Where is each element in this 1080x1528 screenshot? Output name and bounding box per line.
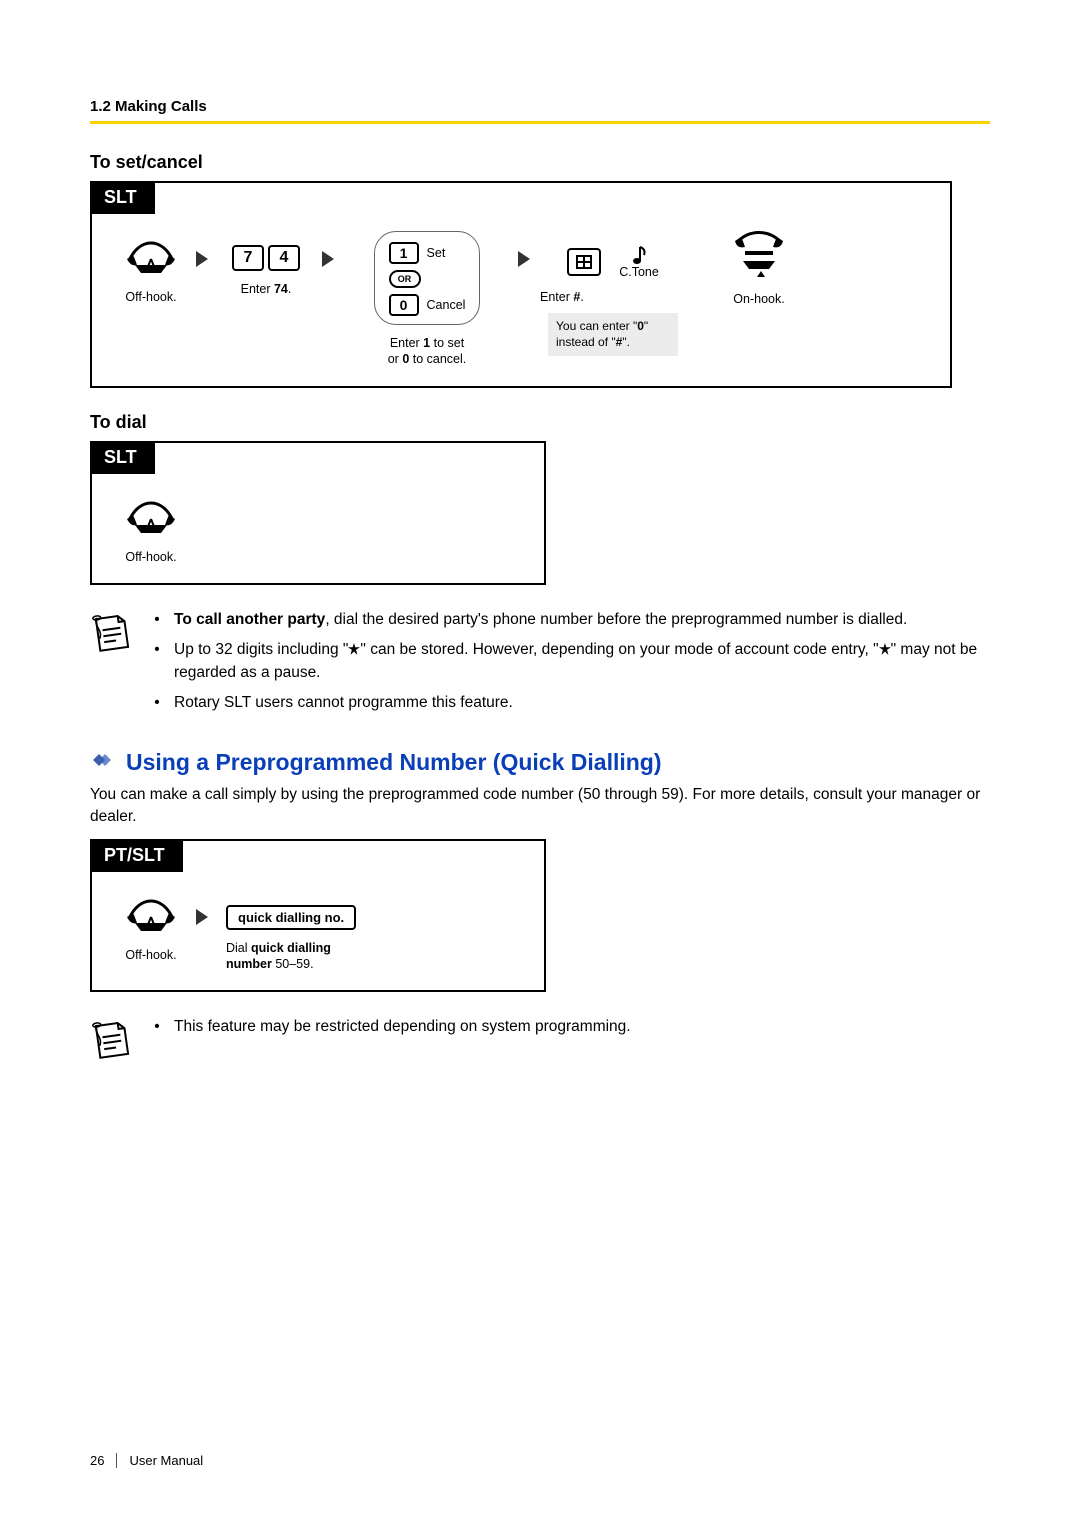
or-pill: OR: [389, 270, 421, 288]
t: You can enter ": [556, 319, 637, 333]
t: Enter: [540, 290, 573, 304]
section2-title: To dial: [90, 412, 990, 433]
t: .: [288, 282, 291, 296]
notes-block-2: • This feature may be restricted dependi…: [90, 1016, 990, 1067]
note1-bullet2: • Up to 32 digits including "" can be st…: [152, 639, 990, 684]
feature-intro: You can make a call simply by using the …: [90, 784, 990, 829]
hash-caption: Enter #.: [540, 289, 584, 305]
ctone-label: C.Tone: [619, 265, 659, 279]
key-7: 7: [232, 245, 264, 271]
t: 74: [274, 282, 288, 296]
diagram-quick-dial: PT/SLT Off-hook. quick dialling no. Dial…: [90, 839, 546, 993]
star-icon: [348, 643, 360, 655]
t: Rotary SLT users cannot programme this f…: [174, 692, 513, 714]
arrow-icon: [196, 251, 210, 267]
onhook-icon: [731, 229, 787, 281]
diamond-icon: [90, 751, 116, 774]
options-caption: Enter 1 to set or 0 to cancel.: [388, 335, 467, 368]
arrow-icon: [322, 251, 336, 267]
hash-key: [567, 248, 601, 276]
cancel-label: Cancel: [427, 298, 466, 312]
quick-dial-no-label: quick dialling no.: [226, 905, 356, 930]
note2-bullet1: • This feature may be restricted dependi…: [152, 1016, 990, 1038]
arrow-icon: [518, 251, 532, 267]
page-footer: 26 User Manual: [90, 1453, 203, 1468]
t: Enter: [241, 282, 274, 296]
t: To call another party: [174, 611, 325, 628]
tip-box: You can enter "0" instead of "#".: [548, 313, 678, 356]
notes-block-1: • To call another party, dial the desire…: [90, 609, 990, 723]
t: , dial the desired party's phone number …: [325, 611, 907, 628]
step-offhook-caption: Off-hook.: [125, 289, 176, 305]
key-1: 1: [389, 242, 419, 264]
enter-74-caption: Enter 74.: [241, 281, 292, 297]
note-icon: [90, 611, 134, 723]
feature-heading: Using a Preprogrammed Number (Quick Dial…: [90, 749, 990, 776]
diagram1-tab: SLT: [92, 183, 155, 214]
arrow-icon: [196, 909, 210, 925]
t: Up to 32 digits including ": [174, 641, 348, 658]
t: quick dialling: [251, 941, 331, 955]
hash-icon: [571, 250, 597, 274]
offhook-icon: [123, 489, 179, 539]
step-offhook-caption: Off-hook.: [125, 947, 176, 963]
section1-title: To set/cancel: [90, 152, 990, 173]
diagram3-tab: PT/SLT: [92, 841, 183, 872]
page-number: 26: [90, 1453, 117, 1468]
doc-title: User Manual: [129, 1453, 203, 1468]
header-rule: [90, 121, 990, 124]
step-offhook-caption: Off-hook.: [125, 549, 176, 565]
set-cancel-group: 1 Set OR 0 Cancel: [374, 231, 481, 325]
t: Dial: [226, 941, 251, 955]
t: or: [388, 352, 403, 366]
key-4: 4: [268, 245, 300, 271]
star-icon: [879, 643, 891, 655]
t: " can be stored. However, depending on y…: [360, 641, 878, 658]
t: ".: [622, 335, 630, 349]
t: .: [580, 290, 583, 304]
diagram-set-cancel: SLT Off-hook. 7 4 Enter 74.: [90, 181, 952, 388]
t: 0: [637, 319, 644, 333]
breadcrumb: 1.2 Making Calls: [90, 98, 990, 115]
t: number: [226, 957, 272, 971]
t: Enter: [390, 336, 423, 350]
t: to set: [430, 336, 464, 350]
note-icon: [90, 1018, 134, 1067]
note1-bullet1: • To call another party, dial the desire…: [152, 609, 990, 631]
diagram2-tab: SLT: [92, 443, 155, 474]
set-label: Set: [427, 246, 446, 260]
note1-bullet3: • Rotary SLT users cannot programme this…: [152, 692, 990, 714]
t: 50–59.: [272, 957, 314, 971]
music-note-icon: [630, 245, 648, 265]
t: to cancel.: [409, 352, 466, 366]
t: This feature may be restricted depending…: [174, 1016, 631, 1038]
offhook-icon: [123, 887, 179, 937]
step-onhook-caption: On-hook.: [733, 291, 784, 307]
feature-title: Using a Preprogrammed Number (Quick Dial…: [126, 749, 662, 776]
diagram-dial: SLT Off-hook.: [90, 441, 546, 585]
quick-dial-caption: Dial quick dialling number 50–59.: [226, 940, 331, 973]
offhook-icon: [123, 229, 179, 279]
key-0: 0: [389, 294, 419, 316]
